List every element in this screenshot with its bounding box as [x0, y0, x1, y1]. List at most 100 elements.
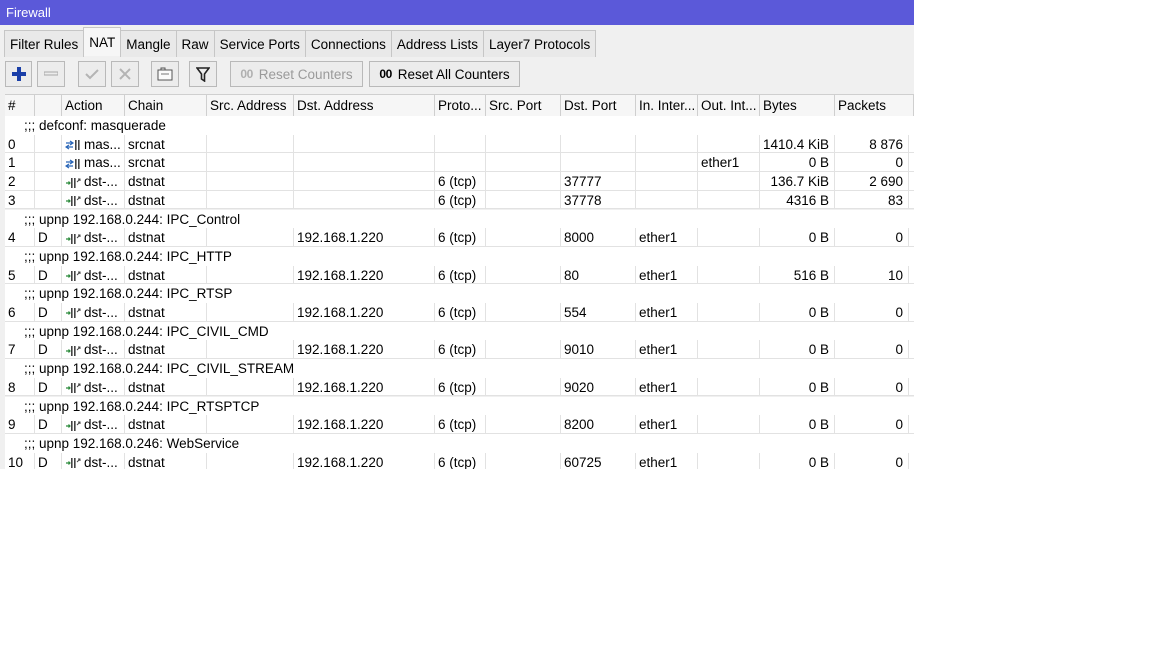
- comment-button[interactable]: [151, 61, 179, 87]
- tab-connections[interactable]: Connections: [304, 30, 392, 57]
- comment-row[interactable]: ;;; upnp 192.168.0.244: IPC_RTSPTCP: [5, 396, 914, 416]
- cell-dst-port: 554: [561, 303, 636, 321]
- col-dst-address-header[interactable]: Dst. Address: [294, 95, 435, 116]
- cell-flag: D: [35, 377, 62, 396]
- cell-flag: [35, 134, 62, 153]
- cell-flag: D: [35, 340, 62, 359]
- comment-row[interactable]: ;;; upnp 192.168.0.244: IPC_Control: [5, 209, 914, 229]
- col-flags-header[interactable]: [35, 95, 62, 116]
- col-number-header[interactable]: #: [5, 95, 35, 116]
- cell-src-port: [486, 134, 561, 153]
- cell-num: 8: [5, 377, 35, 396]
- table-row[interactable]: 5 Ddst-... dstnat 192.168.1.220 6 (tcp) 80 eth…: [5, 265, 914, 285]
- rule-comment: ;;; upnp 192.168.0.244: IPC_RTSPTCP: [24, 398, 260, 414]
- cell-out-interface: [698, 265, 760, 284]
- col-chain-header[interactable]: Chain: [125, 95, 207, 116]
- cell-in-interface: [636, 153, 698, 172]
- cell-bytes: 136.7 KiB: [760, 172, 835, 191]
- dst-nat-icon: [66, 458, 81, 469]
- filter-icon: [196, 66, 210, 82]
- tab-address-lists[interactable]: Address Lists: [390, 30, 484, 57]
- comment-row[interactable]: ;;; upnp 192.168.0.246: WebService: [5, 433, 914, 453]
- enable-button[interactable]: [78, 61, 106, 87]
- remove-button[interactable]: [37, 61, 65, 87]
- col-in-interface-header[interactable]: In. Inter...: [636, 95, 698, 116]
- note-icon: [157, 67, 173, 81]
- cell-packets: 83: [835, 190, 909, 209]
- cell-num: 9: [5, 415, 35, 434]
- cell-action: dst-...: [62, 228, 125, 247]
- cell-protocol: 6 (tcp): [435, 415, 486, 434]
- reset-all-counters-button[interactable]: 00 Reset All Counters: [369, 61, 520, 87]
- tab-raw[interactable]: Raw: [175, 30, 215, 57]
- col-packets-header[interactable]: Packets: [835, 95, 914, 116]
- col-src-address-header[interactable]: Src. Address: [207, 95, 294, 116]
- col-protocol-header[interactable]: Proto...: [435, 95, 486, 116]
- reset-counters-button[interactable]: 00 Reset Counters: [230, 61, 363, 87]
- col-action-header[interactable]: Action: [62, 95, 125, 116]
- table-row[interactable]: 7 Ddst-... dstnat 192.168.1.220 6 (tcp) 9010 e…: [5, 340, 914, 360]
- dst-nat-icon: [66, 233, 81, 244]
- cell-dst-address: 192.168.1.220: [294, 228, 435, 247]
- filter-button[interactable]: [189, 61, 217, 87]
- comment-row[interactable]: ;;; upnp 192.168.0.244: IPC_CIVIL_STREAM: [5, 359, 914, 378]
- table-row[interactable]: 1 mas... srcnat ether1 0 B0: [5, 153, 914, 173]
- cell-num: 7: [5, 340, 35, 359]
- tab-mangle[interactable]: Mangle: [120, 30, 177, 57]
- cell-src-address: [207, 377, 294, 396]
- table-row[interactable]: 4 Ddst-... dstnat 192.168.1.220 6 (tcp) 8000 e…: [5, 228, 914, 247]
- comment-row[interactable]: ;;; upnp 192.168.0.244: IPC_RTSP: [5, 284, 914, 303]
- dst-nat-icon: [66, 271, 81, 282]
- firewall-window: Firewall Filter Rules NAT Mangle Raw Service…: [0, 0, 914, 469]
- action-label: dst-...: [84, 379, 118, 395]
- counter-reset-icon: 00: [240, 67, 253, 81]
- table-row[interactable]: 6 Ddst-... dstnat 192.168.1.220 6 (tcp) 554 et…: [5, 303, 914, 322]
- cell-flag: D: [35, 265, 62, 284]
- cell-src-address: [207, 340, 294, 359]
- col-src-port-header[interactable]: Src. Port: [486, 95, 561, 116]
- cell-out-interface: [698, 452, 760, 469]
- disable-button[interactable]: [111, 61, 139, 87]
- dst-nat-icon: [66, 177, 81, 188]
- table-row[interactable]: 2 dst-... dstnat 6 (tcp) 37777 136.7 KiB 2 690: [5, 172, 914, 191]
- comment-row[interactable]: ;;; upnp 192.168.0.244: IPC_HTTP: [5, 246, 914, 266]
- tab-filter-rules[interactable]: Filter Rules: [4, 30, 85, 57]
- table-row[interactable]: 8 Ddst-... dstnat 192.168.1.220 6 (tcp) 9020 e…: [5, 377, 914, 397]
- cell-num: 6: [5, 303, 35, 321]
- dst-nat-icon: [66, 383, 81, 394]
- col-dst-port-header[interactable]: Dst. Port: [561, 95, 636, 116]
- rule-comment: ;;; defconf: masquerade: [24, 118, 166, 133]
- cell-src-port: [486, 265, 561, 284]
- cell-num: 2: [5, 172, 35, 191]
- tab-service-ports[interactable]: Service Ports: [213, 30, 306, 57]
- action-label: dst-...: [84, 342, 118, 358]
- tab-layer7-protocols[interactable]: Layer7 Protocols: [482, 30, 597, 57]
- col-out-interface-header[interactable]: Out. Int...: [698, 95, 760, 116]
- comment-row[interactable]: ;;; upnp 192.168.0.244: IPC_CIVIL_CMD: [5, 321, 914, 341]
- cell-bytes: 0 B: [760, 153, 835, 172]
- cell-dst-port: [561, 153, 636, 172]
- table-row[interactable]: 9 Ddst-... dstnat 192.168.1.220 6 (tcp) 8200 e…: [5, 415, 914, 434]
- cell-src-port: [486, 415, 561, 434]
- table-row[interactable]: 0 mas... srcnat 1410.4 KiB 8 876: [5, 134, 914, 154]
- table-row[interactable]: 10 Ddst-... dstnat 192.168.1.220 6 (tcp) 6072…: [5, 452, 914, 469]
- table-row[interactable]: 3 dst-... dstnat 6 (tcp) 37778 4316 B 83: [5, 190, 914, 210]
- cell-bytes: 516 B: [760, 265, 835, 284]
- cell-dst-port: 8000: [561, 228, 636, 247]
- cell-in-interface: [636, 172, 698, 191]
- cell-in-interface: ether1: [636, 265, 698, 284]
- cell-packets: 0: [835, 340, 909, 359]
- cell-packets: 0: [835, 452, 909, 469]
- cell-src-address: [207, 265, 294, 284]
- cell-chain: dstnat: [125, 265, 207, 284]
- cell-src-address: [207, 303, 294, 321]
- cell-num: 5: [5, 265, 35, 284]
- cell-dst-address: [294, 153, 435, 172]
- action-label: mas...: [84, 136, 121, 152]
- reset-all-counters-label: Reset All Counters: [397, 66, 510, 82]
- comment-row[interactable]: ;;; defconf: masquerade: [5, 116, 914, 135]
- tab-nat[interactable]: NAT: [83, 27, 122, 56]
- cell-out-interface: [698, 303, 760, 321]
- col-bytes-header[interactable]: Bytes: [760, 95, 835, 116]
- add-button[interactable]: [5, 61, 32, 87]
